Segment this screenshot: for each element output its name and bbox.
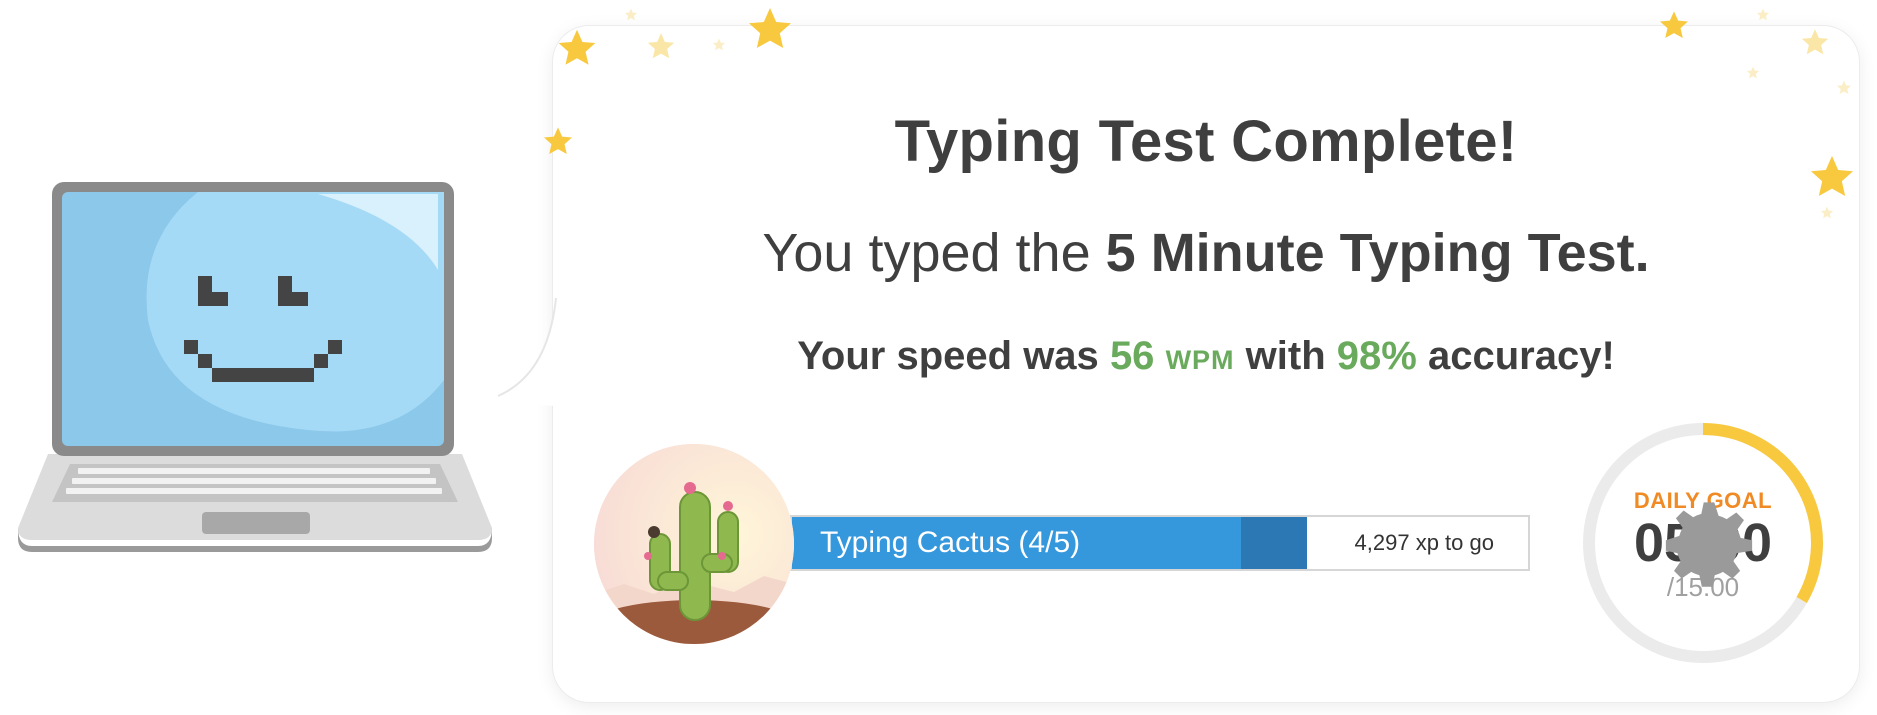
smiling-laptop-icon [18, 180, 492, 552]
badge-progress-bar: Typing Cactus (4/5) 4,297 xp to go [790, 515, 1530, 571]
daily-goal-content: DAILY GOAL 05:00 /15:00 [1580, 488, 1826, 603]
speed-accuracy-line: Your speed was 56 WPM with 98% accuracy! [553, 334, 1859, 379]
daily-goal-widget[interactable]: DAILY GOAL 05:00 /15:00 [1580, 420, 1826, 666]
star-icon [1756, 8, 1770, 21]
badge-progress-recent-gain [1240, 517, 1308, 569]
accuracy-value: 98% [1336, 334, 1417, 378]
star-icon [624, 8, 638, 21]
test-summary: You typed the 5 Minute Typing Test. [553, 222, 1859, 284]
cactus-badge-icon[interactable] [594, 444, 794, 644]
wpm-unit: WPM [1165, 345, 1235, 375]
wpm-value: 56 [1109, 334, 1155, 378]
speed-prefix: Your speed was [797, 334, 1099, 378]
speed-middle: with [1245, 334, 1326, 378]
daily-goal-total: /15:00 [1580, 502, 1826, 603]
page-title: Typing Test Complete! [894, 109, 1518, 174]
test-summary-prefix: You typed the [762, 223, 1091, 283]
test-name: 5 Minute Typing Test. [1105, 223, 1650, 283]
badge-level-label: Typing Cactus (4/5) [820, 526, 1081, 559]
gear-icon[interactable] [1586, 488, 1832, 603]
xp-to-go: 4,297 xp to go [1354, 530, 1494, 555]
accuracy-suffix: accuracy! [1427, 334, 1615, 378]
